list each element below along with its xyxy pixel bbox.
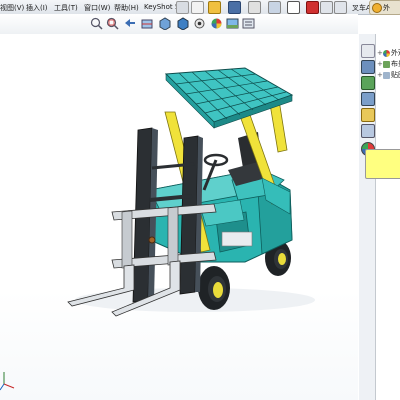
- view-settings-icon[interactable]: [242, 17, 255, 30]
- front-wheel: [198, 266, 230, 310]
- tree-item-appearances[interactable]: +外观(: [377, 48, 400, 58]
- coordinate-triad: [0, 372, 15, 391]
- display-style-icon[interactable]: [176, 17, 189, 30]
- file-properties-icon[interactable]: [334, 1, 347, 14]
- graphics-viewport[interactable]: [0, 34, 358, 400]
- rebuild-icon[interactable]: [306, 1, 319, 14]
- section-view-icon[interactable]: [141, 17, 154, 30]
- hide-show-items-icon[interactable]: [193, 17, 206, 30]
- new-doc-icon[interactable]: [191, 1, 204, 14]
- tree-item-scenes[interactable]: +布景: [377, 59, 400, 69]
- options-icon[interactable]: [320, 1, 333, 14]
- previous-view-icon[interactable]: [123, 17, 136, 30]
- tab-custom-properties-icon[interactable]: [361, 124, 375, 138]
- zoom-to-fit-icon[interactable]: [90, 17, 103, 30]
- apply-scene-icon[interactable]: [226, 17, 239, 30]
- view-orientation-icon[interactable]: [158, 17, 171, 30]
- edit-appearance-icon[interactable]: [210, 17, 223, 30]
- appearance-preview-swatch[interactable]: [365, 149, 400, 179]
- tab-view-palette-icon[interactable]: [361, 92, 375, 106]
- tree-item-label: 布景: [391, 60, 400, 68]
- tab-file-explorer-icon[interactable]: [361, 76, 375, 90]
- tab-resources-icon[interactable]: [361, 44, 375, 58]
- menu-tools[interactable]: 工具(T): [54, 3, 78, 13]
- tree-item-label: 贴图: [391, 71, 400, 79]
- forklift-model[interactable]: [0, 34, 358, 400]
- search-commands-box[interactable]: 外: [369, 0, 400, 15]
- pin-icon[interactable]: [176, 1, 189, 14]
- task-pane-tabs: [359, 34, 376, 400]
- help-icon: [372, 3, 382, 13]
- search-commands-label: 外: [383, 4, 390, 12]
- save-icon[interactable]: [228, 1, 241, 14]
- zoom-area-icon[interactable]: [106, 17, 119, 30]
- tab-search-icon[interactable]: [361, 108, 375, 122]
- tree-item-label: 外观(: [391, 49, 400, 57]
- appearance-icon: [383, 49, 390, 57]
- tree-item-decals[interactable]: +贴图: [377, 70, 400, 80]
- undo-icon[interactable]: [268, 1, 281, 14]
- document-title: 叉车A: [352, 4, 371, 12]
- menu-help[interactable]: 帮助(H): [114, 3, 139, 13]
- menu-window[interactable]: 窗口(W): [84, 3, 110, 13]
- menu-keyshot[interactable]: KeyShot 5: [144, 3, 179, 11]
- print-icon[interactable]: [248, 1, 261, 14]
- scene-icon: [383, 60, 390, 68]
- tab-design-library-icon[interactable]: [361, 60, 375, 74]
- menu-bar: 视图(V) 插入(I) 工具(T) 窗口(W) 帮助(H) KeyShot 5 …: [0, 0, 400, 15]
- view-toolbar: [0, 14, 358, 34]
- menu-insert[interactable]: 插入(I): [26, 3, 48, 13]
- decal-icon: [383, 71, 390, 79]
- menu-view[interactable]: 视图(V): [0, 3, 24, 13]
- open-folder-icon[interactable]: [208, 1, 221, 14]
- select-arrow-icon[interactable]: [287, 1, 300, 14]
